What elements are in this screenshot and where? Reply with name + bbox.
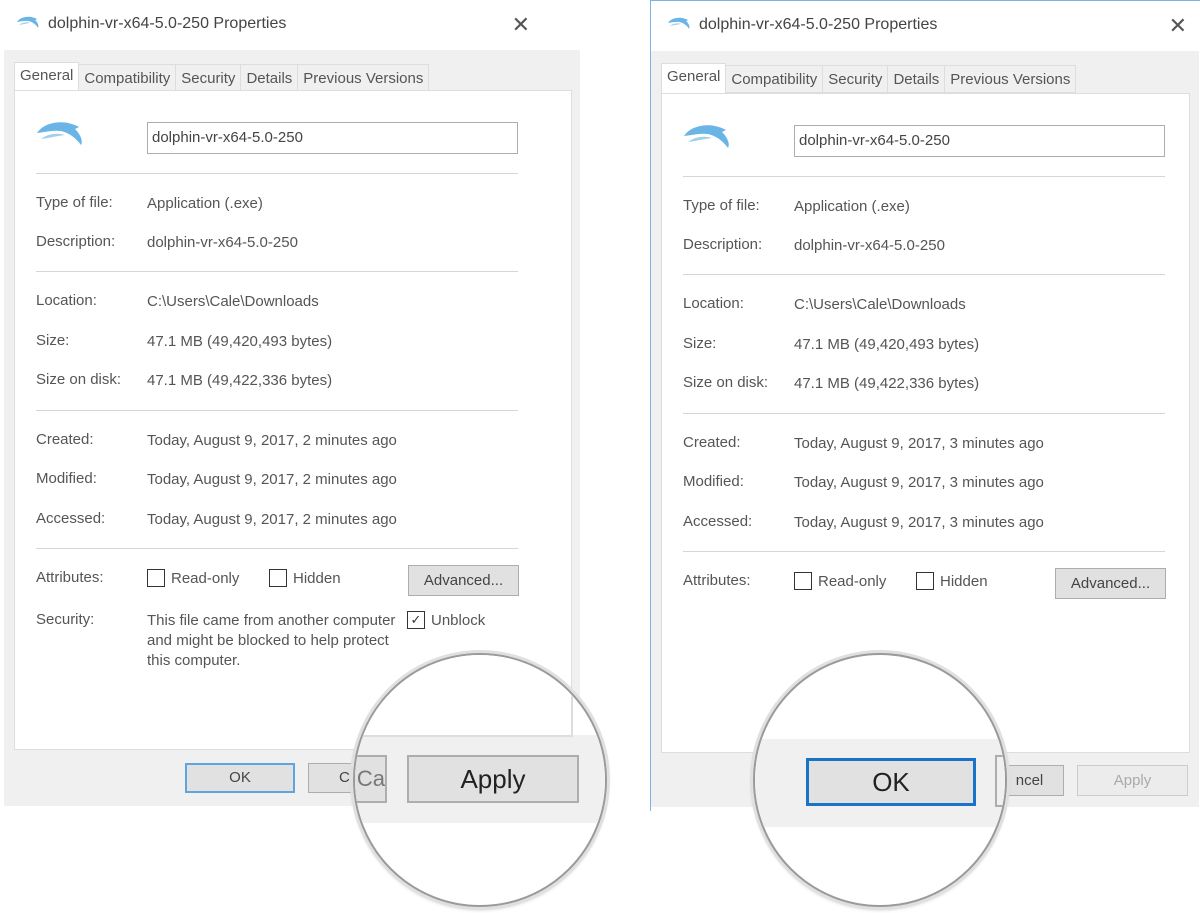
tab-bar: General Compatibility Security Details Previ… (661, 63, 1077, 93)
tab-compatibility[interactable]: Compatibility (79, 64, 177, 92)
created-label: Created: (36, 431, 94, 448)
type-value: Application (.exe) (794, 198, 910, 215)
tab-compatibility[interactable]: Compatibility (726, 65, 824, 93)
modified-label: Modified: (683, 473, 744, 490)
magnified-cancel-button[interactable]: Ca (355, 755, 387, 803)
size-on-disk-value: 47.1 MB (49,422,336 bytes) (147, 372, 333, 389)
type-label: Type of file: (683, 197, 760, 214)
close-icon[interactable]: ✕ (512, 12, 530, 38)
location-label: Location: (683, 295, 744, 312)
size-on-disk-label: Size on disk: (36, 371, 122, 388)
accessed-label: Accessed: (36, 510, 106, 527)
magnified-apply-button[interactable]: Apply (407, 755, 579, 803)
created-value: Today, August 9, 2017, 2 minutes ago (147, 432, 397, 449)
accessed-value: Today, August 9, 2017, 3 minutes ago (794, 514, 1044, 531)
checkbox-box[interactable] (794, 572, 812, 590)
divider (36, 410, 518, 411)
size-label: Size: (36, 332, 70, 349)
file-name-input[interactable]: dolphin-vr-x64-5.0-250 (794, 125, 1165, 157)
tab-previous-versions[interactable]: Previous Versions (945, 65, 1077, 93)
advanced-button[interactable]: Advanced... (1055, 568, 1166, 599)
modified-value: Today, August 9, 2017, 3 minutes ago (794, 474, 1044, 491)
tab-general[interactable]: General (661, 63, 727, 93)
tab-previous-versions[interactable]: Previous Versions (298, 64, 430, 92)
created-label: Created: (683, 434, 741, 451)
divider (683, 176, 1165, 177)
hidden-checkbox[interactable]: Hidden (269, 569, 341, 587)
size-value: 47.1 MB (49,420,493 bytes) (147, 333, 333, 350)
modified-label: Modified: (36, 470, 97, 487)
tab-security[interactable]: Security (176, 64, 242, 92)
window-title: dolphin-vr-x64-5.0-250 Properties (699, 16, 938, 33)
dolphin-file-icon (35, 117, 85, 152)
description-label: Description: (36, 233, 116, 250)
magnified-ok-button[interactable]: OK (806, 758, 976, 806)
title-bar: dolphin-vr-x64-5.0-250 Properties (667, 15, 937, 35)
tab-details[interactable]: Details (241, 64, 299, 92)
size-on-disk-label: Size on disk: (683, 374, 769, 391)
accessed-label: Accessed: (683, 513, 753, 530)
description-label: Description: (683, 236, 763, 253)
tab-security[interactable]: Security (823, 65, 889, 93)
tab-details[interactable]: Details (888, 65, 946, 93)
size-label: Size: (683, 335, 717, 352)
title-bar: dolphin-vr-x64-5.0-250 Properties (16, 14, 286, 34)
type-value: Application (.exe) (147, 195, 263, 212)
description-value: dolphin-vr-x64-5.0-250 (794, 237, 945, 254)
checkbox-box[interactable] (916, 572, 934, 590)
dolphin-file-icon (682, 120, 732, 155)
read-only-checkbox[interactable]: Read-only (147, 569, 239, 587)
ok-button[interactable]: OK (185, 763, 295, 793)
size-on-disk-value: 47.1 MB (49,422,336 bytes) (794, 375, 980, 392)
file-name-input[interactable]: dolphin-vr-x64-5.0-250 (147, 122, 518, 154)
dolphin-app-icon (16, 14, 40, 34)
read-only-checkbox[interactable]: Read-only (794, 572, 886, 590)
divider (36, 548, 518, 549)
location-value: C:\Users\Cale\Downloads (794, 296, 966, 313)
checkbox-box[interactable] (147, 569, 165, 587)
accessed-value: Today, August 9, 2017, 2 minutes ago (147, 511, 397, 528)
read-only-label: Read-only (818, 572, 887, 590)
tab-general[interactable]: General (14, 62, 80, 92)
unblock-label: Unblock (431, 611, 486, 629)
divider (36, 271, 518, 272)
description-value: dolphin-vr-x64-5.0-250 (147, 234, 298, 251)
apply-button[interactable]: Apply (1077, 765, 1188, 796)
general-panel: dolphin-vr-x64-5.0-250 Type of file: Appl… (661, 93, 1190, 753)
window-title: dolphin-vr-x64-5.0-250 Properties (48, 15, 287, 32)
location-value: C:\Users\Cale\Downloads (147, 293, 319, 310)
unblock-checkbox[interactable]: ✓ Unblock (407, 611, 485, 629)
size-value: 47.1 MB (49,420,493 bytes) (794, 336, 980, 353)
type-label: Type of file: (36, 194, 113, 211)
attributes-label: Attributes: (36, 569, 104, 586)
hidden-label: Hidden (293, 569, 341, 587)
divider (683, 413, 1165, 414)
check-icon[interactable]: ✓ (407, 611, 425, 629)
modified-value: Today, August 9, 2017, 2 minutes ago (147, 471, 397, 488)
general-panel: dolphin-vr-x64-5.0-250 Type of file: Appl… (14, 90, 572, 750)
advanced-button[interactable]: Advanced... (408, 565, 519, 596)
magnifier-apply: Ca Apply (353, 653, 607, 907)
checkbox-box[interactable] (269, 569, 287, 587)
hidden-label: Hidden (940, 572, 988, 590)
hidden-checkbox[interactable]: Hidden (916, 572, 988, 590)
close-icon[interactable]: ✕ (1169, 13, 1187, 39)
security-label: Security: (36, 611, 95, 628)
magnified-cancel-button[interactable] (995, 755, 1005, 807)
magnified-panel (355, 655, 573, 737)
location-label: Location: (36, 292, 97, 309)
dolphin-app-icon (667, 15, 691, 35)
created-value: Today, August 9, 2017, 3 minutes ago (794, 435, 1044, 452)
attributes-label: Attributes: (683, 572, 751, 589)
tab-bar: General Compatibility Security Details Previ… (14, 62, 430, 92)
divider (683, 551, 1165, 552)
magnifier-ok: OK (753, 653, 1007, 907)
divider (36, 173, 518, 174)
read-only-label: Read-only (171, 569, 240, 587)
divider (683, 274, 1165, 275)
